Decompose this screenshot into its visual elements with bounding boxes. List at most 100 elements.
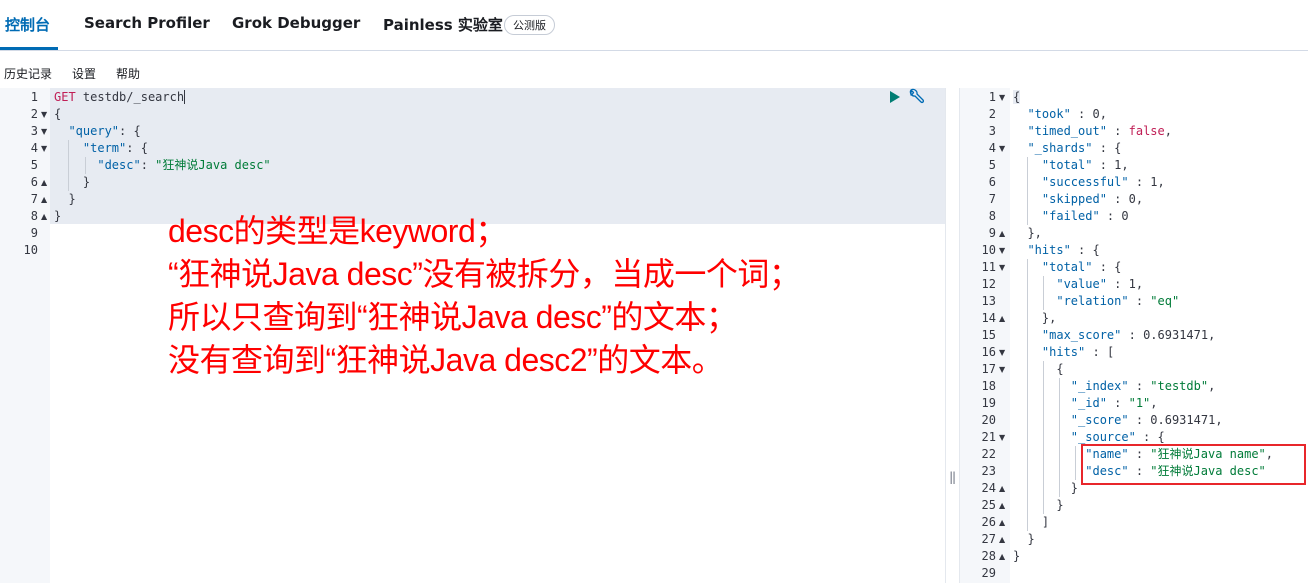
fold-up-icon[interactable]: ▲ <box>999 531 1005 548</box>
response-line: ] <box>1013 515 1050 529</box>
request-path: testdb/_search <box>82 90 185 104</box>
response-line: "failed" : 0 <box>1041 209 1129 223</box>
line-number: 9 <box>30 226 38 240</box>
json-key: "desc" <box>97 158 141 172</box>
request-line-5: "desc": "狂神说Java desc" <box>97 158 271 172</box>
response-line: "_index" : "testdb", <box>1070 379 1216 393</box>
annotation-text: desc的类型是keyword； “狂神说Java desc”没有被拆分，当成一… <box>168 210 801 382</box>
fold-up-icon[interactable]: ▲ <box>999 480 1005 497</box>
fold-down-icon[interactable]: ▼ <box>999 361 1005 378</box>
line-number: 4 <box>30 141 38 155</box>
fold-down-icon[interactable]: ▼ <box>999 429 1005 446</box>
line-number: 1 <box>988 90 996 104</box>
annotation-line: 所以只查询到“狂神说Java desc”的文本； <box>168 299 738 335</box>
request-line-4: "term": { <box>82 141 148 155</box>
tab-painless-lab[interactable]: Painless 实验室 <box>383 14 503 35</box>
json-string-value: "狂神说Java desc" <box>155 158 271 172</box>
fold-up-icon[interactable]: ▲ <box>41 191 47 208</box>
response-line: "max_score" : 0.6931471, <box>1041 328 1216 342</box>
fold-down-icon[interactable]: ▼ <box>999 259 1005 276</box>
shards-failed-value: 0 <box>1121 209 1129 223</box>
response-line: "_score" : 0.6931471, <box>1070 413 1223 427</box>
line-number: 19 <box>981 396 996 410</box>
response-line: } <box>1013 498 1064 512</box>
line-number: 15 <box>981 328 996 342</box>
response-line: "_shards" : { <box>1027 141 1122 155</box>
line-number: 12 <box>981 277 996 291</box>
response-line: "hits" : { <box>1027 243 1100 257</box>
line-number: 29 <box>981 566 996 580</box>
response-line: } <box>1013 481 1079 495</box>
line-number: 4 <box>988 141 996 155</box>
fold-up-icon[interactable]: ▲ <box>999 310 1005 327</box>
tab-search-profiler[interactable]: Search Profiler <box>84 14 210 32</box>
line-number: 2 <box>30 107 38 121</box>
line-number: 22 <box>981 447 996 461</box>
fold-up-icon[interactable]: ▲ <box>41 174 47 191</box>
line-number: 7 <box>988 192 996 206</box>
fold-down-icon[interactable]: ▼ <box>41 140 47 157</box>
line-number: 3 <box>30 124 38 138</box>
line-number: 6 <box>988 175 996 189</box>
menu-history[interactable]: 历史记录 <box>4 65 52 82</box>
json-key: "term" <box>82 141 127 155</box>
response-line: "_id" : "1", <box>1070 396 1158 410</box>
response-line: "total" : { <box>1041 260 1122 274</box>
line-number: 7 <box>30 192 38 206</box>
fold-down-icon[interactable]: ▼ <box>999 344 1005 361</box>
fold-down-icon[interactable]: ▼ <box>41 106 47 123</box>
line-number: 2 <box>988 107 996 121</box>
line-number: 21 <box>981 430 996 444</box>
request-line-2: { <box>54 107 62 121</box>
beta-badge: 公测版 <box>504 15 555 35</box>
line-number: 13 <box>981 294 996 308</box>
line-number: 5 <box>30 158 38 172</box>
response-line: "timed_out" : false, <box>1027 124 1172 138</box>
tab-console[interactable]: 控制台 <box>5 14 50 35</box>
fold-down-icon[interactable]: ▼ <box>41 123 47 140</box>
line-number: 6 <box>30 175 38 189</box>
line-number: 27 <box>981 532 996 546</box>
menu-help[interactable]: 帮助 <box>116 65 140 82</box>
response-line: "total" : 1, <box>1041 158 1129 172</box>
request-line-3: "query": { <box>68 124 141 138</box>
line-number: 18 <box>981 379 996 393</box>
request-line-1: GET testdb/_search <box>54 89 193 106</box>
fold-up-icon[interactable]: ▲ <box>999 497 1005 514</box>
highlight-box <box>1081 444 1306 485</box>
took-value: 0 <box>1092 107 1100 121</box>
line-number: 9 <box>988 226 996 240</box>
annotation-line: desc的类型是keyword； <box>168 213 507 249</box>
line-number: 26 <box>981 515 996 529</box>
active-tab-indicator <box>0 47 58 50</box>
fold-down-icon[interactable]: ▼ <box>999 89 1005 106</box>
request-active-block-highlight <box>50 88 945 224</box>
fold-down-icon[interactable]: ▼ <box>999 140 1005 157</box>
menu-settings[interactable]: 设置 <box>72 65 96 82</box>
response-line: "value" : 1, <box>1056 277 1144 291</box>
annotation-line: 没有查询到“狂神说Java desc2”的文本。 <box>168 342 724 378</box>
play-icon[interactable] <box>890 91 900 103</box>
hit-score-value: 0.6931471 <box>1150 413 1216 427</box>
line-number: 3 <box>988 124 996 138</box>
tab-grok-debugger[interactable]: Grok Debugger <box>232 14 360 32</box>
request-line-7: } <box>54 192 76 206</box>
fold-up-icon[interactable]: ▲ <box>41 208 47 225</box>
fold-up-icon[interactable]: ▲ <box>999 548 1005 565</box>
response-line: { <box>1013 90 1021 104</box>
line-number: 20 <box>981 413 996 427</box>
hit-index-value: "testdb" <box>1150 379 1209 393</box>
fold-up-icon[interactable]: ▲ <box>999 514 1005 531</box>
line-number: 5 <box>988 158 996 172</box>
shards-successful-value: 1 <box>1150 175 1158 189</box>
wrench-icon[interactable] <box>907 88 925 106</box>
fold-up-icon[interactable]: ▲ <box>999 225 1005 242</box>
fold-down-icon[interactable]: ▼ <box>999 242 1005 259</box>
line-number: 8 <box>30 209 38 223</box>
annotation-line: “狂神说Java desc”没有被拆分，当成一个词； <box>168 256 801 292</box>
hits-relation-value: "eq" <box>1150 294 1180 308</box>
max-score-value: 0.6931471 <box>1143 328 1209 342</box>
hit-id-value: "1" <box>1128 396 1151 410</box>
drag-handle-icon[interactable]: ‖ <box>949 470 956 484</box>
response-line: } <box>1013 549 1021 563</box>
